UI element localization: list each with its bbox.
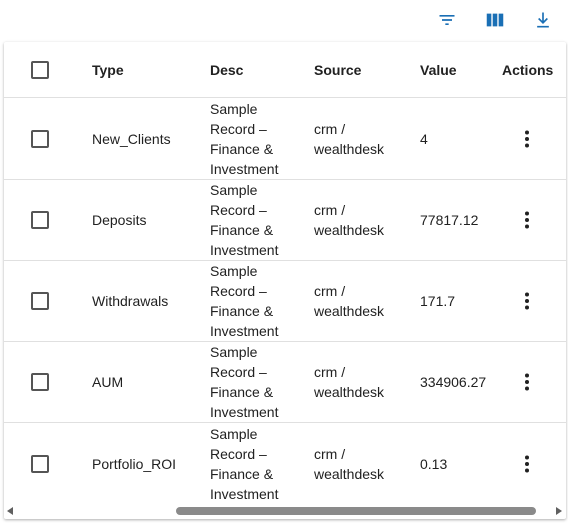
more-vert-icon <box>525 455 529 472</box>
cell-source: crm / wealthdesk <box>314 121 385 157</box>
row-checkbox[interactable] <box>31 373 49 391</box>
scrollbar-thumb[interactable] <box>176 507 536 515</box>
row-actions-button[interactable] <box>523 180 531 260</box>
table-row[interactable]: New_Clients Sample Record – Finance & In… <box>4 99 566 180</box>
view-columns-icon <box>486 13 504 27</box>
row-actions-button[interactable] <box>523 99 531 179</box>
select-all-checkbox[interactable] <box>31 60 49 79</box>
more-vert-icon <box>525 373 529 391</box>
data-table: Type Desc Source Value Actions New_Clien… <box>4 42 566 519</box>
row-checkbox[interactable] <box>31 454 49 473</box>
more-vert-icon <box>525 292 529 310</box>
table-toolbar <box>0 0 568 40</box>
column-header-source[interactable]: Source <box>314 42 412 97</box>
cell-value: 334906.27 <box>420 374 487 390</box>
scroll-right-arrow-icon[interactable] <box>556 507 562 515</box>
cell-desc: Sample Record – Finance & Investment <box>210 101 279 177</box>
column-header-type[interactable]: Type <box>92 42 202 97</box>
cell-source: crm / wealthdesk <box>314 202 385 238</box>
cell-type: Portfolio_ROI <box>92 455 177 472</box>
column-header-actions: Actions <box>502 61 554 78</box>
cell-type: New_Clients <box>92 131 171 147</box>
column-header-desc[interactable]: Desc <box>210 42 306 97</box>
table-row[interactable]: Deposits Sample Record – Finance & Inves… <box>4 180 566 261</box>
scroll-left-arrow-icon[interactable] <box>7 507 13 515</box>
row-actions-button[interactable] <box>523 342 531 422</box>
more-vert-icon <box>525 130 529 148</box>
cell-desc: Sample Record – Finance & Investment <box>210 425 279 502</box>
cell-source: crm / wealthdesk <box>314 445 385 482</box>
cell-value: 77817.12 <box>420 212 479 228</box>
table-row[interactable]: AUM Sample Record – Finance & Investment… <box>4 342 566 423</box>
cell-desc: Sample Record – Finance & Investment <box>210 344 279 420</box>
cell-source: crm / wealthdesk <box>314 283 385 319</box>
view-columns-button[interactable] <box>481 6 509 34</box>
more-vert-icon <box>525 211 529 229</box>
cell-desc: Sample Record – Finance & Investment <box>210 182 279 258</box>
filter-list-icon <box>439 15 455 25</box>
cell-value: 4 <box>420 131 428 147</box>
filter-button[interactable] <box>433 6 461 34</box>
row-checkbox[interactable] <box>31 130 49 148</box>
row-checkbox[interactable] <box>31 211 49 229</box>
row-actions-button[interactable] <box>523 261 531 341</box>
table-header-row: Type Desc Source Value Actions <box>4 42 566 98</box>
cell-source: crm / wealthdesk <box>314 364 385 400</box>
column-header-value[interactable]: Value <box>420 42 500 97</box>
download-icon <box>537 12 549 28</box>
table-row[interactable]: Withdrawals Sample Record – Finance & In… <box>4 261 566 342</box>
cell-type: AUM <box>92 374 124 390</box>
cell-type: Deposits <box>92 212 147 228</box>
table-row[interactable]: Portfolio_ROI Sample Record – Finance & … <box>4 423 566 504</box>
horizontal-scrollbar[interactable] <box>4 504 566 518</box>
cell-value: 0.13 <box>420 455 448 472</box>
row-actions-button[interactable] <box>523 423 531 504</box>
cell-desc: Sample Record – Finance & Investment <box>210 263 279 339</box>
cell-type: Withdrawals <box>92 293 169 309</box>
cell-value: 171.7 <box>420 293 456 309</box>
download-button[interactable] <box>529 6 557 34</box>
row-checkbox[interactable] <box>31 292 49 310</box>
